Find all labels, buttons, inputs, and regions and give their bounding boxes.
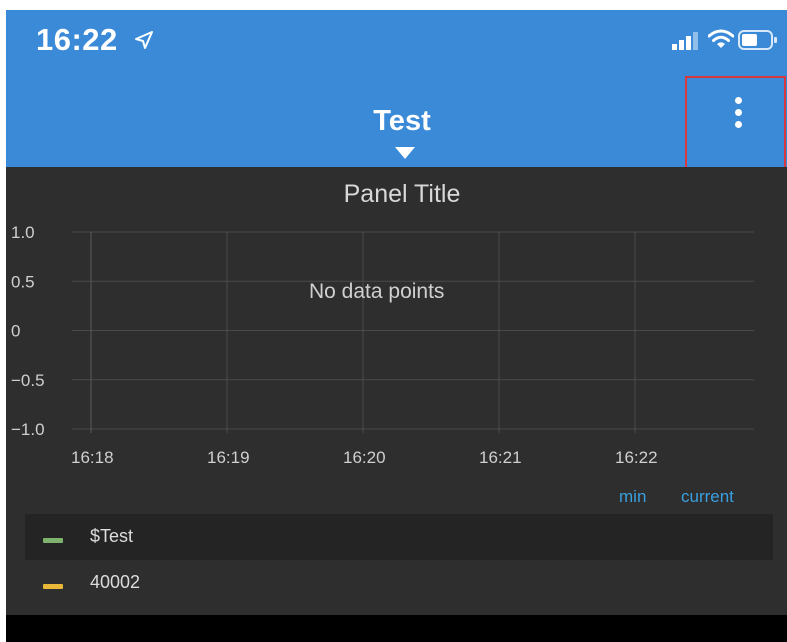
series-color-swatch xyxy=(43,584,63,589)
x-tick-label: 16:21 xyxy=(479,448,522,467)
cellular-signal-icon xyxy=(672,31,700,56)
y-tick-label: 1.0 xyxy=(11,223,35,242)
status-time: 16:22 xyxy=(36,22,118,57)
more-options-button[interactable] xyxy=(685,76,786,170)
y-tick-label: −1.0 xyxy=(11,420,45,439)
x-tick-label: 16:19 xyxy=(207,448,250,467)
location-arrow-icon xyxy=(134,30,154,55)
x-tick-label: 16:20 xyxy=(343,448,386,467)
phone-screen: 16:22 Test Panel Title 1.0 0.5 0 −0.5 −1… xyxy=(6,10,787,642)
y-tick-label: 0.5 xyxy=(11,272,35,291)
dashboard-header: Test xyxy=(6,76,787,170)
legend-item-label: 40002 xyxy=(90,572,141,592)
y-tick-label: −0.5 xyxy=(11,371,45,390)
bottom-bar xyxy=(6,615,787,642)
legend-item-label: $Test xyxy=(90,526,134,546)
dashboard-title[interactable]: Test xyxy=(6,105,787,138)
legend-column-current[interactable]: current xyxy=(681,487,734,507)
x-tick-label: 16:18 xyxy=(71,448,114,467)
legend-column-min[interactable]: min xyxy=(619,487,646,507)
wifi-icon xyxy=(707,28,735,55)
legend-item[interactable]: $Test xyxy=(25,514,773,560)
series-color-swatch xyxy=(43,538,63,543)
no-data-message: No data points xyxy=(309,280,445,303)
battery-icon xyxy=(738,29,778,56)
graph-panel: Panel Title 1.0 0.5 0 −0.5 −1.0 16:18 16:19 16:… xyxy=(6,167,787,615)
x-tick-label: 16:22 xyxy=(615,448,658,467)
status-bar: 16:22 xyxy=(6,10,787,85)
caret-down-icon[interactable] xyxy=(393,145,417,166)
y-tick-label: 0 xyxy=(11,322,20,341)
legend-item[interactable]: 40002 xyxy=(25,560,773,606)
